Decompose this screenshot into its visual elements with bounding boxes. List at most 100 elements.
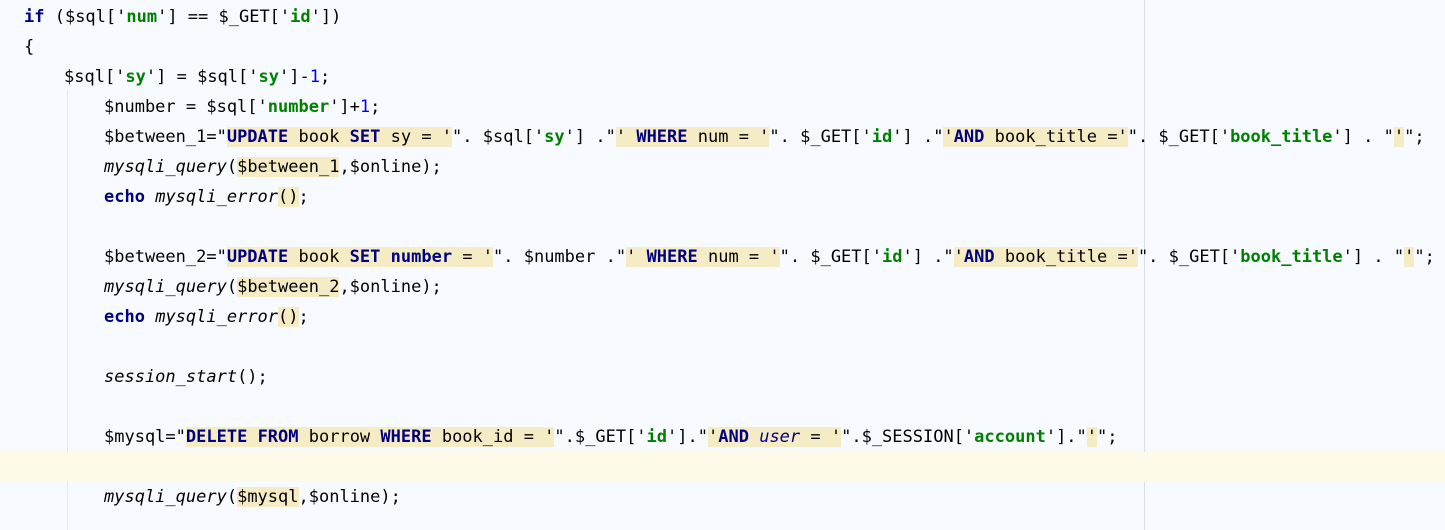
code-editor[interactable]: if ($sql['num'] == $_GET['id']) { $sql['… <box>0 0 1445 530</box>
code-token: id <box>882 247 903 267</box>
code-token: ". $_GET[' <box>1127 127 1231 147</box>
code-token: '] . " <box>1342 247 1405 267</box>
code-token: ']) <box>310 7 342 27</box>
code-token: ']+ <box>329 97 360 117</box>
code-token: AND <box>963 247 995 267</box>
code-token: ". $_GET[' <box>779 247 882 267</box>
code-token: SET <box>349 247 381 267</box>
code-token <box>748 427 760 447</box>
code-token: 1 <box>359 97 371 117</box>
code-token: = ' <box>452 247 494 267</box>
code-token: ( <box>226 157 238 177</box>
code-token: UPDATE <box>226 247 289 267</box>
code-token: mysqli_error <box>155 307 279 327</box>
code-token: "; <box>1404 127 1425 147</box>
code-token: $mysql=" <box>104 427 186 447</box>
code-token: '] = $sql[' <box>145 67 259 87</box>
code-token: ; <box>319 67 331 87</box>
code-token: $mysql <box>237 487 299 507</box>
code-token: $number = $sql[' <box>104 97 268 117</box>
code-token: echo <box>104 307 145 327</box>
code-token: sy <box>125 67 146 87</box>
code-token: $between_2=" <box>104 247 227 267</box>
code-token: account <box>974 427 1046 447</box>
code-line[interactable]: mysqli_query($between_1,$online); <box>104 152 442 182</box>
code-token: ' <box>1393 127 1405 147</box>
code-token: ; <box>298 307 309 327</box>
code-line[interactable]: $between_1="UPDATE book SET sy = '". $sq… <box>104 122 1425 152</box>
code-token: WHERE <box>646 247 698 267</box>
code-token: $sql[' <box>64 67 126 87</box>
code-token: book_title <box>1230 127 1333 147</box>
code-token: ,$online); <box>339 157 442 177</box>
code-token: book_title <box>1240 247 1343 267</box>
code-token: "; <box>1097 427 1118 447</box>
code-token: ' <box>1404 247 1415 267</box>
code-token: UPDATE <box>226 127 289 147</box>
code-token: 1 <box>309 67 320 87</box>
code-line[interactable]: $number = $sql['number']+1; <box>104 92 380 122</box>
code-token: ' <box>626 247 647 267</box>
code-token: user <box>759 427 801 447</box>
code-line[interactable]: $mysql="DELETE FROM borrow WHERE book_id… <box>104 422 1118 452</box>
code-line[interactable]: session_start(); <box>104 362 268 392</box>
code-token: ' <box>615 127 637 147</box>
code-token: mysqli_query <box>104 487 227 507</box>
code-token: FROM <box>257 427 299 447</box>
code-token: ' <box>943 127 954 147</box>
code-token: borrow <box>298 427 381 447</box>
code-token: book <box>288 127 350 147</box>
code-token: WHERE <box>636 127 688 147</box>
code-token: num = ' <box>687 127 770 147</box>
code-token: $between_2 <box>237 277 340 297</box>
code-token: mysqli_query <box>104 157 227 177</box>
code-token: ,$online); <box>298 487 401 507</box>
code-token: session_start <box>104 367 238 387</box>
code-token: ' <box>1086 427 1098 447</box>
code-line[interactable]: mysqli_query($between_2,$online); <box>104 272 442 302</box>
code-token: '] ." <box>564 127 616 147</box>
code-token: id <box>290 7 311 27</box>
code-token <box>247 427 258 447</box>
code-token: ']." <box>1045 427 1087 447</box>
code-token: (); <box>237 367 268 387</box>
code-token: SET <box>349 127 381 147</box>
code-line[interactable]: $between_2="UPDATE book SET number = '".… <box>104 242 1435 272</box>
code-token: id <box>646 427 668 447</box>
code-token: ". $_GET[' <box>769 127 872 147</box>
code-token: echo <box>104 187 145 207</box>
code-token: ' <box>953 247 964 267</box>
code-token: = ' <box>800 427 842 447</box>
code-token: ". $sql[' <box>452 127 545 147</box>
code-token: DELETE <box>185 427 248 447</box>
code-line[interactable]: echo mysqli_error(); <box>104 302 309 332</box>
code-token: $between_1 <box>237 157 340 177</box>
code-token: mysqli_query <box>104 277 227 297</box>
code-token: number <box>390 247 453 267</box>
code-token: '] . " <box>1332 127 1394 147</box>
code-token: '] ." <box>902 247 954 267</box>
code-token: WHERE <box>380 427 432 447</box>
code-token: ". $_GET[' <box>1137 247 1241 267</box>
code-line[interactable]: { <box>24 32 34 62</box>
code-token: AND <box>718 427 749 447</box>
code-token: ' <box>707 427 719 447</box>
code-line[interactable]: mysqli_query($mysql,$online); <box>104 482 401 512</box>
code-token: ']- <box>278 67 310 87</box>
code-token: ($sql[' <box>44 7 127 27</box>
code-token: ".$_SESSION[' <box>841 427 975 447</box>
code-token: AND <box>953 127 985 147</box>
code-token: if <box>24 7 45 27</box>
code-token: sy = ' <box>380 127 453 147</box>
code-token: num <box>126 7 158 27</box>
code-line[interactable]: $sql['sy'] = $sql['sy']-1; <box>64 62 330 92</box>
code-token: book_title =' <box>994 247 1138 267</box>
code-token: ; <box>370 97 381 117</box>
code-line[interactable]: echo mysqli_error(); <box>104 182 309 212</box>
code-line[interactable]: if ($sql['num'] == $_GET['id']) <box>24 2 341 32</box>
code-token: ". $number ." <box>493 247 627 267</box>
code-token: { <box>24 37 35 57</box>
code-token: book_id = ' <box>431 427 555 447</box>
